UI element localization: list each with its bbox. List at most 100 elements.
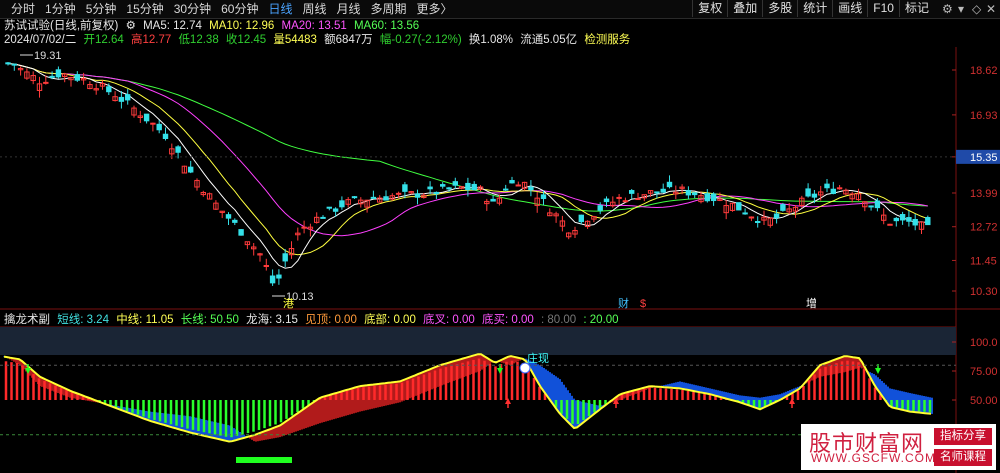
candle-body xyxy=(748,216,755,219)
candle-body xyxy=(351,196,358,199)
candle-body xyxy=(43,81,49,84)
ma10-line xyxy=(7,63,928,256)
event-mark-increase[interactable]: 增 xyxy=(806,296,817,310)
candle-body xyxy=(276,274,282,279)
candle-body xyxy=(225,214,232,219)
candle-body xyxy=(899,214,906,221)
candle-body xyxy=(597,205,603,211)
candle-body xyxy=(811,193,818,198)
candle-body xyxy=(5,62,11,65)
candle-body xyxy=(427,186,433,190)
event-mark-finance[interactable]: 财 xyxy=(618,296,629,310)
candle-body xyxy=(11,63,18,66)
candle-body xyxy=(622,200,629,203)
candle-body xyxy=(370,196,377,199)
candle-body xyxy=(704,193,710,202)
candle-body xyxy=(824,183,830,189)
candle-body xyxy=(874,200,881,209)
candle-body xyxy=(830,188,836,194)
candle-body xyxy=(162,133,169,140)
watermark-url: WWW.GSCFW.COM xyxy=(811,451,936,465)
watermark-badge-course: 名师课程 xyxy=(934,449,992,466)
signal-label: 庄现 xyxy=(527,351,549,365)
candle-body xyxy=(320,216,326,219)
candle-body xyxy=(414,193,421,198)
candle-body xyxy=(74,74,80,81)
event-mark-hk[interactable]: 港 xyxy=(283,297,294,310)
ma-path xyxy=(7,63,928,269)
candle-body xyxy=(465,182,471,191)
signal-arrow xyxy=(875,368,881,374)
candle-body xyxy=(893,217,899,222)
candle-body xyxy=(446,187,452,190)
candle-body xyxy=(332,208,339,212)
candle-body xyxy=(906,217,912,222)
candle-body xyxy=(326,206,333,209)
candle-body xyxy=(339,200,345,208)
bottom-buy-value: 底买: 0.00 xyxy=(482,314,534,326)
candle-body xyxy=(402,184,408,192)
candle-body xyxy=(509,180,515,184)
candle-body xyxy=(780,204,786,211)
sub-tick-label: 100.0 xyxy=(970,337,998,349)
candle-body xyxy=(887,223,893,226)
candle-body xyxy=(603,198,610,203)
candle-body xyxy=(106,86,112,93)
price-tick-label: 18.62 xyxy=(970,65,998,77)
price-tick-label: 10.30 xyxy=(970,286,998,298)
candle-body xyxy=(395,192,402,195)
high-marker: 19.31 xyxy=(20,50,62,62)
watermark: 股市财富网 WWW.GSCFW.COM 指标分享 名师课程 xyxy=(801,424,996,470)
ma-path xyxy=(7,63,928,237)
price-tick-label: 15.35 xyxy=(970,152,998,164)
candle-body xyxy=(269,275,276,284)
candle-body xyxy=(578,214,584,223)
candle-body xyxy=(635,198,641,201)
candle-body xyxy=(238,229,244,236)
top-value: 见顶: 0.00 xyxy=(305,314,357,326)
bottom-cross-value: 底叉: 0.00 xyxy=(423,314,475,326)
sub-top-band xyxy=(0,327,956,355)
candle-body xyxy=(836,187,843,190)
price-tick-label: 16.93 xyxy=(970,110,998,122)
candle-body xyxy=(150,122,156,125)
kline-chart[interactable]: 18.62 16.93 15.35 13.99 12.72 11.45 10.30 100.0… xyxy=(0,0,1000,473)
price-tick-label: 13.99 xyxy=(970,188,998,200)
watermark-badge-share: 指标分享 xyxy=(934,428,992,445)
ma5-line xyxy=(7,63,928,269)
candle-body xyxy=(925,217,931,226)
price-tick-label: 11.45 xyxy=(970,255,997,267)
high-label: 19.31 xyxy=(34,50,62,62)
candle-body xyxy=(515,184,521,187)
candle-body xyxy=(692,192,698,196)
candle-body xyxy=(471,183,477,191)
ma-path xyxy=(7,63,928,256)
candle-body xyxy=(755,221,761,224)
candle-body xyxy=(440,184,446,187)
long-value: 长线: 50.50 xyxy=(180,314,239,326)
candle-body xyxy=(629,190,635,194)
candle-body xyxy=(301,226,307,229)
indicator-panel xyxy=(3,353,933,463)
candle-body xyxy=(654,191,660,194)
sub-legend: 擒龙术副 短线: 3.24 中线: 11.05 长线: 50.50 龙海: 3.… xyxy=(4,313,623,327)
candlesticks xyxy=(5,61,931,286)
candle-body xyxy=(175,146,181,153)
candle-body xyxy=(540,194,547,200)
candle-body xyxy=(125,94,131,101)
candle-body xyxy=(452,181,459,186)
candle-body xyxy=(55,69,62,78)
candle-body xyxy=(263,265,270,268)
dragon-value: 龙海: 3.15 xyxy=(246,314,298,326)
candle-body xyxy=(143,113,150,122)
candle-body xyxy=(490,198,496,202)
event-mark-dividend[interactable]: $ xyxy=(640,298,646,310)
candle-body xyxy=(912,219,918,226)
candle-body xyxy=(503,188,509,191)
candle-body xyxy=(232,219,238,223)
candle-body xyxy=(685,190,692,196)
price-tick-label: 12.72 xyxy=(970,222,998,234)
candle-body xyxy=(868,205,874,208)
indicator-name[interactable]: 擒龙术副 xyxy=(4,314,50,326)
sub-tick-label: 50.00 xyxy=(970,395,998,407)
